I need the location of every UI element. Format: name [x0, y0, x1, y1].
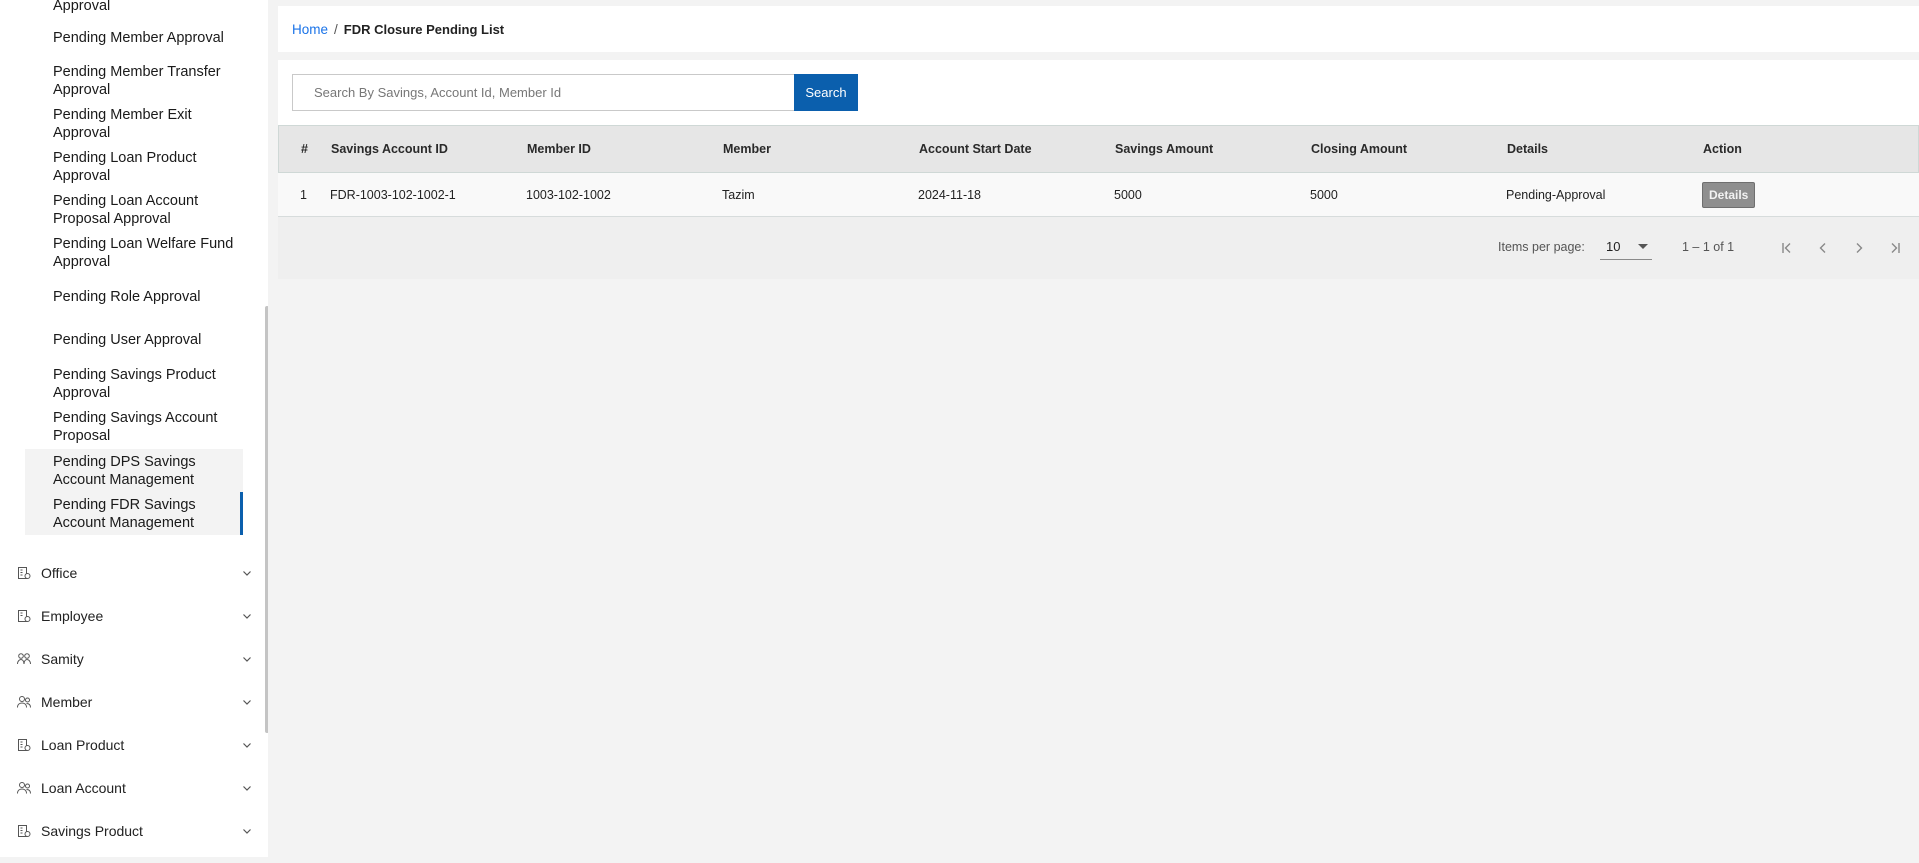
- menu-label: Samity: [41, 651, 84, 667]
- sidebar-item-label: Pending Savings Product Approval: [53, 367, 216, 401]
- sidebar-item-pending-fdr-savings-account-management[interactable]: Pending FDR Savings Account Management: [25, 492, 243, 535]
- savings-product-icon: [16, 823, 32, 839]
- sidebar-item-pending-dps-savings-account-management[interactable]: Pending DPS Savings Account Management: [25, 449, 243, 492]
- items-per-page-select[interactable]: 10: [1600, 234, 1652, 260]
- sidebar-item-label: Pending User Approval: [53, 332, 202, 348]
- sidebar: Approval Pending Member Approval Pending…: [0, 0, 268, 857]
- chevron-down-icon: [240, 652, 254, 666]
- last-page-button[interactable]: [1881, 234, 1909, 262]
- cell-start-date: 2024-11-18: [918, 187, 982, 202]
- cell-savings-amount: 5000: [1114, 187, 1142, 202]
- employee-icon: [16, 608, 32, 624]
- column-header-action: Action: [1703, 142, 1742, 156]
- sidebar-item-label: Pending Loan Product Approval: [53, 150, 197, 184]
- table-row: 1 FDR-1003-102-1002-1 1003-102-1002 Tazi…: [278, 173, 1919, 217]
- loan-product-icon: [16, 737, 32, 753]
- previous-page-button[interactable]: [1809, 234, 1837, 262]
- sidebar-item-label: Pending Member Exit Approval: [53, 107, 192, 141]
- menu-label: Member: [41, 694, 93, 710]
- items-per-page-value: 10: [1606, 239, 1621, 254]
- sidebar-item-label: Pending FDR Savings Account Management: [53, 496, 196, 531]
- cell-index: 1: [300, 187, 307, 202]
- breadcrumb-separator: /: [334, 21, 338, 37]
- sidebar-item-label: Pending Loan Welfare Fund Approval: [53, 236, 234, 270]
- menu-label: Loan Product: [41, 737, 125, 753]
- chevron-down-icon: [240, 695, 254, 709]
- page-title: FDR Closure Pending List: [343, 21, 505, 37]
- sidebar-item-label: Pending Savings Account Proposal: [53, 410, 218, 444]
- chevron-down-icon: [240, 738, 254, 752]
- office-icon: [16, 565, 32, 581]
- chevron-down-icon: [240, 781, 254, 795]
- chevron-down-icon: [240, 566, 254, 580]
- sidebar-item-pending-member-approval[interactable]: Pending Member Approval: [25, 26, 243, 50]
- next-page-button[interactable]: [1845, 234, 1873, 262]
- sidebar-scrollbar[interactable]: [265, 306, 268, 733]
- sidebar-item-pending-user-approval[interactable]: Pending User Approval: [25, 328, 243, 352]
- chevron-left-icon: [1819, 243, 1826, 253]
- search-card: Search: [278, 60, 1919, 125]
- menu-label: Employee: [41, 608, 104, 624]
- column-header-closing-amount: Closing Amount: [1311, 142, 1408, 156]
- menu-employee[interactable]: Employee: [0, 601, 268, 631]
- sidebar-item-pending-savings-product-approval[interactable]: Pending Savings Product Approval: [25, 366, 243, 402]
- loan-account-icon: [16, 780, 32, 796]
- sidebar-item-pending-loan-account-proposal-approval[interactable]: Pending Loan Account Proposal Approval: [25, 192, 243, 228]
- sidebar-item-label: Pending Role Approval: [53, 289, 201, 305]
- paginator: Items per page: 10 1 – 1 of 1: [278, 217, 1919, 279]
- menu-savings-product[interactable]: Savings Product: [0, 816, 268, 846]
- cell-closing-amount: 5000: [1310, 187, 1338, 202]
- cell-action: Details: [1702, 173, 1756, 216]
- dropdown-caret-icon: [1638, 244, 1648, 249]
- breadcrumb: Home / FDR Closure Pending List: [278, 6, 1919, 52]
- menu-label: Savings Product: [41, 823, 143, 839]
- menu-label: Office: [41, 565, 78, 581]
- page-range-label: 1 – 1 of 1: [1682, 240, 1735, 254]
- cell-member-id: 1003-102-1002: [526, 187, 611, 202]
- items-per-page-label: Items per page:: [1498, 240, 1585, 254]
- sidebar-item-pending-savings-account-proposal[interactable]: Pending Savings Account Proposal: [25, 409, 243, 445]
- column-header-details: Details: [1507, 142, 1548, 156]
- menu-samity[interactable]: Samity: [0, 644, 268, 674]
- column-header-savings-amount: Savings Amount: [1115, 142, 1214, 156]
- sidebar-item-label: Pending DPS Savings Account Management: [53, 453, 196, 488]
- search-button[interactable]: Search: [794, 74, 858, 111]
- menu-label: Loan Account: [41, 780, 126, 796]
- sidebar-item-pending-role-approval[interactable]: Pending Role Approval: [25, 285, 243, 309]
- data-table: # Savings Account ID Member ID Member Ac…: [278, 125, 1919, 279]
- menu-member[interactable]: Member: [0, 687, 268, 717]
- first-page-icon: [1782, 243, 1791, 253]
- sidebar-item-label: Approval: [53, 0, 111, 14]
- column-header-member: Member: [723, 142, 771, 156]
- sidebar-item-label: Pending Member Transfer Approval: [53, 64, 221, 98]
- sidebar-item-label: Pending Member Approval: [53, 30, 224, 46]
- menu-loan-product[interactable]: Loan Product: [0, 730, 268, 760]
- last-page-icon: [1891, 243, 1900, 253]
- sidebar-item-approval[interactable]: Approval: [25, 0, 243, 15]
- sidebar-item-pending-loan-product-approval[interactable]: Pending Loan Product Approval: [25, 149, 243, 185]
- menu-loan-account[interactable]: Loan Account: [0, 773, 268, 803]
- samity-icon: [16, 651, 32, 667]
- chevron-down-icon: [240, 609, 254, 623]
- cell-savings-account-id: FDR-1003-102-1002-1: [330, 187, 456, 202]
- member-icon: [16, 694, 32, 710]
- menu-office[interactable]: Office: [0, 558, 268, 588]
- sidebar-item-pending-loan-welfare-fund-approval[interactable]: Pending Loan Welfare Fund Approval: [25, 235, 243, 271]
- cell-member: Tazim: [722, 187, 755, 202]
- column-header-savings-account-id: Savings Account ID: [331, 142, 448, 156]
- column-header-index: #: [301, 142, 308, 156]
- details-button[interactable]: Details: [1702, 181, 1756, 208]
- chevron-down-icon: [240, 824, 254, 838]
- sidebar-item-label: Pending Loan Account Proposal Approval: [53, 193, 199, 227]
- breadcrumb-home-link[interactable]: Home: [292, 22, 328, 37]
- column-header-member-id: Member ID: [527, 142, 591, 156]
- cell-details: Pending-Approval: [1506, 187, 1606, 202]
- sidebar-item-pending-member-transfer-approval[interactable]: Pending Member Transfer Approval: [25, 63, 243, 99]
- first-page-button[interactable]: [1773, 234, 1801, 262]
- table-header: # Savings Account ID Member ID Member Ac…: [278, 125, 1919, 173]
- search-input[interactable]: [292, 74, 794, 111]
- chevron-right-icon: [1856, 243, 1863, 253]
- column-header-account-start-date: Account Start Date: [919, 142, 1032, 156]
- sidebar-item-pending-member-exit-approval[interactable]: Pending Member Exit Approval: [25, 106, 243, 142]
